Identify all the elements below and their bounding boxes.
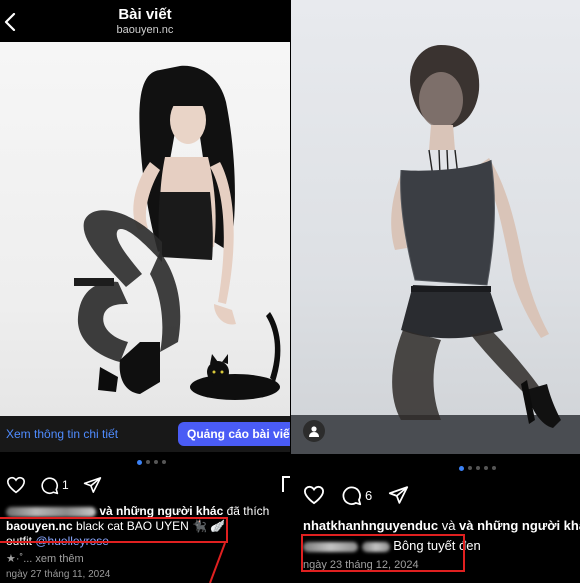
comment-icon: [41, 476, 59, 494]
carousel-indicator: [137, 459, 166, 466]
likes-summary-right[interactable]: nhatkhanhnguyenduc và và những người khá…: [303, 518, 580, 533]
photo-illustration-left: [74, 65, 281, 400]
comment-button-right[interactable]: 6: [341, 485, 372, 506]
comment-button[interactable]: 1: [40, 476, 69, 495]
liker-username[interactable]: nhatkhanhnguyenduc: [303, 518, 438, 533]
boost-post-button[interactable]: Quảng cáo bài viết: [178, 422, 290, 446]
view-insights-link[interactable]: Xem thông tin chi tiết: [6, 427, 118, 441]
carousel-dot: [492, 466, 496, 470]
post-photo-right[interactable]: [291, 0, 580, 454]
heart-icon[interactable]: [303, 485, 325, 505]
photo-illustration-right: [291, 45, 580, 454]
comment-count-right: 6: [365, 487, 373, 503]
carousel-indicator-right: [459, 465, 496, 472]
carousel-dot: [154, 460, 158, 464]
liked-word: đã thích: [226, 504, 270, 518]
post-icon-row-right: 6: [303, 484, 409, 506]
post-action-bar: Xem thông tin chi tiết Quảng cáo bài viế…: [0, 416, 290, 452]
likes-others-text: và những người khác: [459, 518, 580, 533]
carousel-dot: [476, 466, 480, 470]
carousel-dot: [162, 460, 166, 464]
carousel-dot-active: [137, 459, 142, 465]
caption-more-prefix: ★·˚...: [6, 553, 33, 565]
bookmark-icon[interactable]: [282, 476, 290, 492]
highlight-box-right: [301, 534, 465, 572]
right-post-panel: 6 nhatkhanhnguyenduc và và những người k…: [291, 0, 580, 583]
carousel-dot-active: [459, 465, 464, 471]
share-icon[interactable]: [83, 476, 102, 494]
top-bar: Bài viết baouyen.nc: [0, 0, 290, 44]
caption-more[interactable]: ★·˚... xem thêm: [6, 552, 84, 565]
heart-icon[interactable]: [6, 476, 26, 494]
post-icon-row: 1: [6, 474, 102, 496]
likes-others-text: và những người khác: [99, 504, 224, 518]
tagged-people-button[interactable]: [303, 420, 325, 442]
comment-count: 1: [62, 478, 69, 492]
share-icon[interactable]: [388, 485, 409, 505]
comment-icon: [342, 486, 362, 505]
carousel-dot: [146, 460, 150, 464]
highlight-box: [0, 517, 228, 543]
see-more-link[interactable]: xem thêm: [35, 553, 83, 565]
page-title: Bài viết: [118, 6, 172, 23]
likes-and-text: và: [441, 518, 456, 533]
blurred-username: [6, 506, 96, 517]
post-photo-left[interactable]: [0, 42, 290, 416]
carousel-dot: [468, 466, 472, 470]
likes-summary[interactable]: và những người khác đã thích: [6, 504, 269, 518]
person-icon: [309, 426, 319, 437]
left-post-panel: Bài viết baouyen.nc Xem thông tin chi ti…: [0, 0, 290, 583]
highlight-line: [209, 543, 226, 583]
page-subtitle-username[interactable]: baouyen.nc: [0, 24, 290, 36]
carousel-dot: [484, 466, 488, 470]
post-date: ngày 27 tháng 11, 2024: [6, 569, 111, 580]
